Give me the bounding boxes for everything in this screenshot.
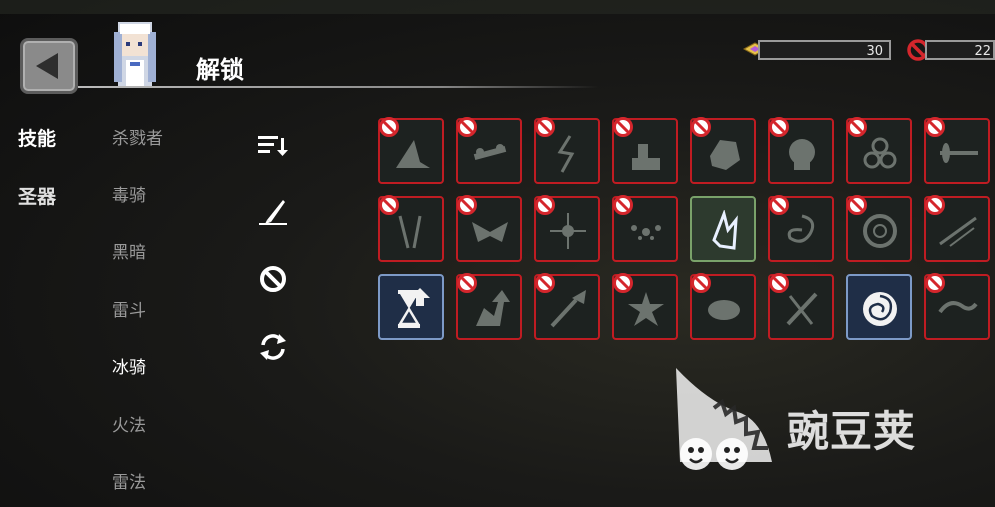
locked-icon (379, 117, 399, 137)
skill-tile[interactable] (534, 117, 600, 184)
ice-crystal-skill-icon (712, 210, 738, 250)
sort-button[interactable] (256, 128, 290, 162)
refresh-icon (260, 334, 286, 360)
locked-icon (925, 117, 945, 137)
skill-tile[interactable] (378, 117, 444, 184)
skill-tile[interactable] (846, 274, 912, 340)
class-item-slayer[interactable]: 杀戮者 (112, 124, 163, 149)
locked-icon (925, 273, 945, 293)
locked-icon (457, 117, 477, 137)
locked-icon (613, 195, 633, 215)
skill-tile[interactable] (378, 195, 444, 262)
class-item-darkness[interactable]: 黑暗 (112, 238, 146, 263)
locked-icon (535, 273, 555, 293)
skill-tile[interactable] (534, 273, 600, 340)
skill-tile[interactable] (924, 117, 990, 184)
edit-icon (259, 200, 287, 225)
back-button[interactable] (20, 38, 78, 94)
category-tab-skills[interactable]: 技能 (18, 124, 56, 151)
character-avatar (114, 22, 156, 88)
skill-tile[interactable] (846, 117, 912, 184)
skill-tile[interactable] (456, 117, 522, 184)
ban-button[interactable] (256, 262, 290, 296)
skill-tile[interactable] (924, 273, 990, 340)
skill-tile[interactable] (456, 195, 522, 262)
page-title: 解锁 (196, 56, 244, 84)
class-item-ice-knight[interactable]: 冰骑 (112, 353, 146, 378)
locked-icon (691, 273, 711, 293)
locked-icon (847, 195, 867, 215)
skill-tile[interactable] (768, 117, 834, 184)
locked-icon (535, 195, 555, 215)
skill-tile[interactable] (456, 273, 522, 340)
refresh-button[interactable] (256, 330, 290, 364)
back-arrow-icon (36, 53, 58, 79)
skill-tile[interactable] (924, 195, 990, 262)
title-underline (78, 86, 598, 88)
locked-icon (769, 273, 789, 293)
skill-tile[interactable] (768, 273, 834, 340)
skill-tile[interactable] (690, 273, 756, 340)
skill-tile[interactable] (612, 273, 678, 340)
locked-icon (535, 117, 555, 137)
skill-tile[interactable] (612, 195, 678, 262)
locked-icon (769, 117, 789, 137)
locked-icon (613, 273, 633, 293)
skill-tile[interactable] (846, 195, 912, 262)
class-item-thunder-fighter[interactable]: 雷斗 (112, 296, 146, 321)
gem-counter: 30 (758, 40, 891, 60)
locked-icon (613, 117, 633, 137)
class-item-thunder-mage[interactable]: 雷法 (112, 468, 146, 493)
edit-button[interactable] (256, 194, 290, 228)
skill-tile[interactable] (690, 117, 756, 184)
locked-icon (457, 273, 477, 293)
skill-tile[interactable] (378, 274, 444, 340)
category-tab-relics[interactable]: 圣器 (18, 182, 56, 209)
locked-icon (925, 195, 945, 215)
skill-tile[interactable] (612, 117, 678, 184)
ban-icon (260, 266, 286, 292)
locked-icon (847, 117, 867, 137)
hourglass-upgrade-icon (397, 288, 430, 328)
skill-tile[interactable] (534, 195, 600, 262)
skill-tile[interactable] (690, 196, 756, 262)
class-item-poison-knight[interactable]: 毒骑 (112, 181, 146, 206)
locked-icon (769, 195, 789, 215)
class-item-fire-mage[interactable]: 火法 (112, 411, 146, 436)
locked-icon (691, 117, 711, 137)
skill-tile[interactable] (768, 195, 834, 262)
locked-icon (457, 195, 477, 215)
spiral-shield-skill-icon (863, 292, 897, 326)
sort-icon (258, 136, 288, 156)
locked-icon (379, 195, 399, 215)
forbidden-counter: 22 (925, 40, 995, 60)
watermark-text: 豌豆荚 (787, 407, 917, 456)
